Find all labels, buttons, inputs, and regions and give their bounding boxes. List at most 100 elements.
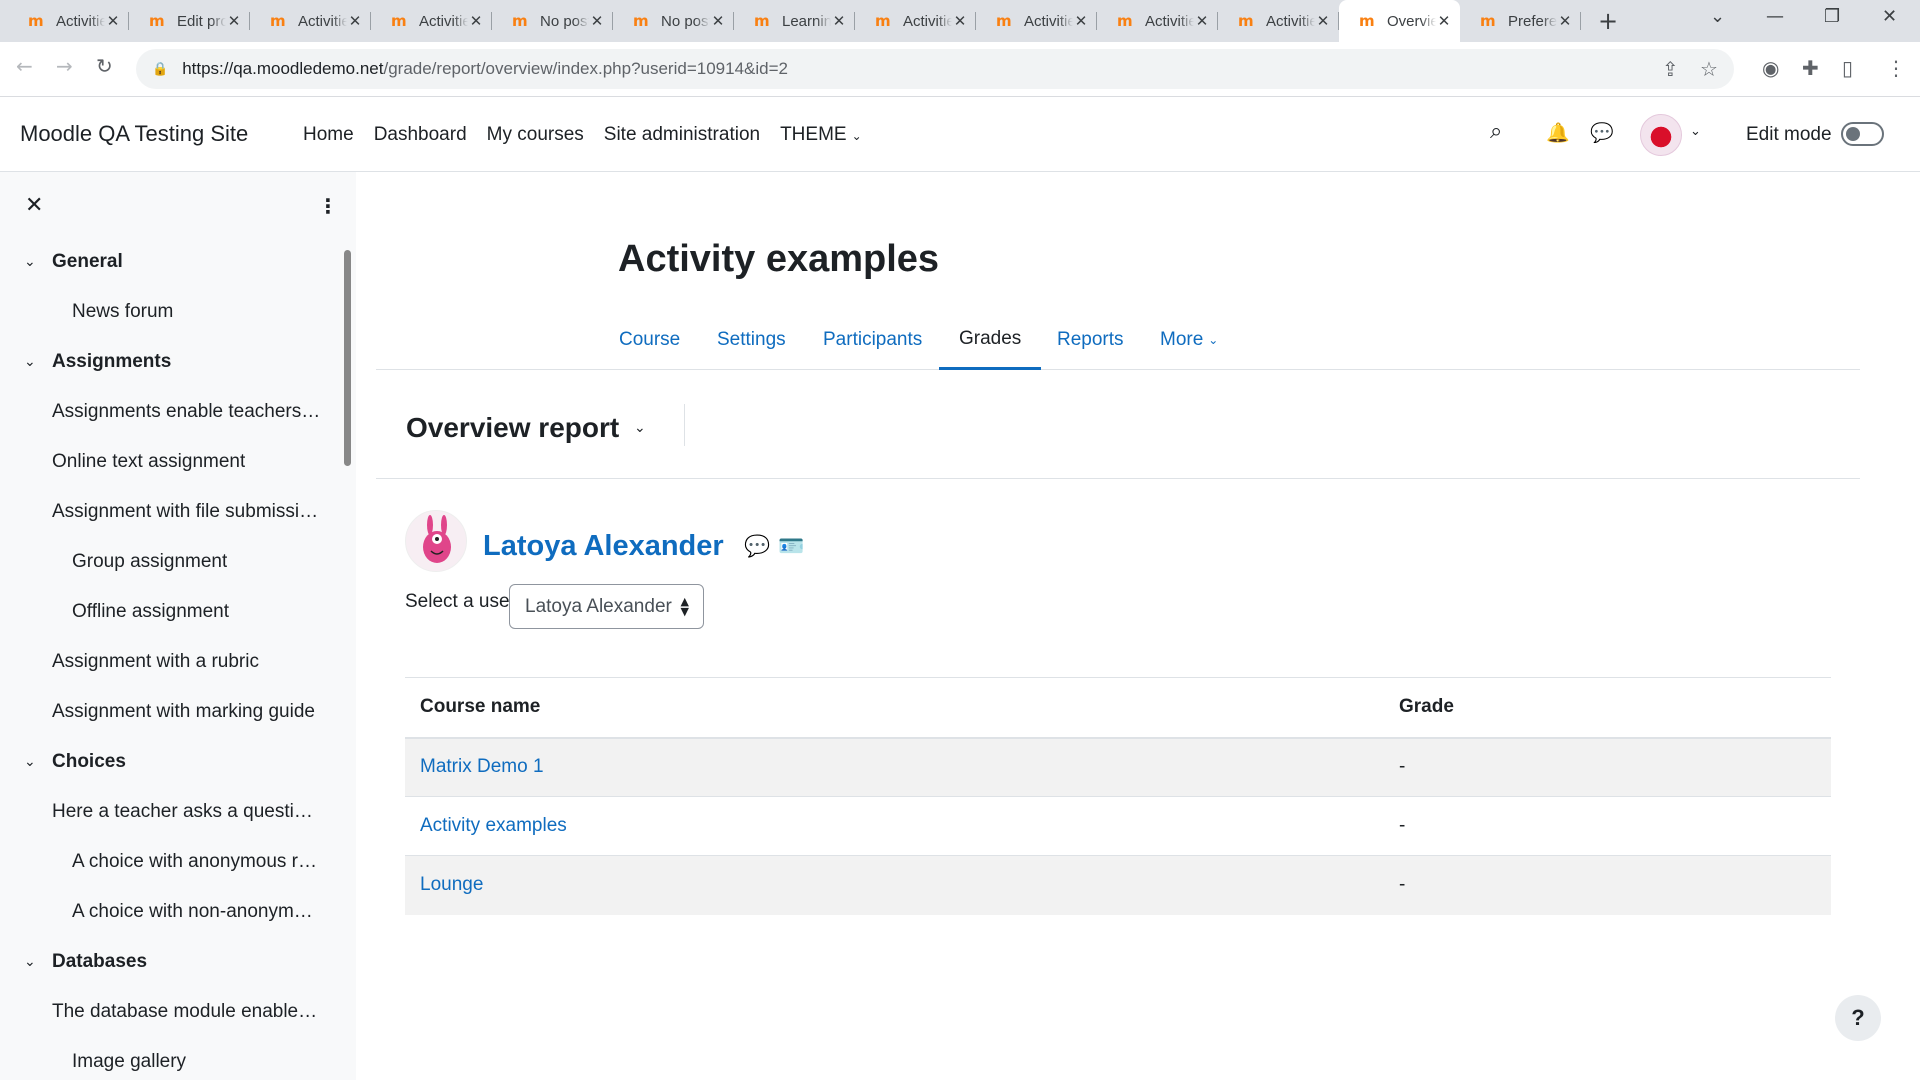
chevron-down-icon[interactable]: ⌄ — [24, 254, 46, 270]
activity-item[interactable]: Image gallery — [0, 1037, 340, 1080]
nav-my-courses[interactable]: My courses — [487, 124, 584, 146]
tab-search-icon[interactable]: ⌄ — [1710, 6, 1725, 27]
address-bar[interactable]: 🔒 https://qa.moodledemo.net/grade/report… — [136, 49, 1734, 89]
nav-theme[interactable]: THEME ⌄ — [780, 124, 862, 146]
message-icon[interactable]: 💬 — [744, 534, 770, 559]
tab-close-icon[interactable]: ✕ — [1315, 12, 1331, 30]
tab-close-icon[interactable]: ✕ — [1436, 12, 1452, 30]
tab-participants[interactable]: Participants — [823, 310, 922, 370]
reload-icon[interactable]: ↻ — [96, 54, 113, 78]
chevron-down-icon[interactable]: ⌄ — [24, 954, 46, 970]
report-selector[interactable]: Overview report — [406, 412, 619, 444]
section-general[interactable]: ⌄ General — [0, 237, 340, 287]
avatar[interactable] — [1640, 114, 1682, 156]
site-brand[interactable]: Moodle QA Testing Site — [20, 121, 248, 147]
user-avatar[interactable] — [405, 510, 467, 572]
browser-tab[interactable]: mActivities✕ — [8, 6, 129, 36]
search-icon[interactable]: ⌕ — [1490, 119, 1502, 144]
browser-menu-icon[interactable]: ⋮ — [1886, 56, 1906, 80]
user-name-link[interactable]: Latoya Alexander — [483, 530, 724, 563]
tab-close-icon[interactable]: ✕ — [589, 12, 605, 30]
nav-home[interactable]: Home — [303, 124, 354, 146]
bell-icon[interactable]: 🔔 — [1546, 121, 1570, 144]
tab-close-icon[interactable]: ✕ — [1194, 12, 1210, 30]
extensions-puzzle-icon[interactable]: ✚ — [1802, 56, 1819, 80]
close-icon[interactable]: ✕ — [25, 193, 43, 218]
tab-reports[interactable]: Reports — [1057, 310, 1124, 370]
activity-item[interactable]: News forum — [0, 287, 340, 337]
bookmark-star-icon[interactable]: ☆ — [1700, 57, 1718, 81]
tab-close-icon[interactable]: ✕ — [831, 12, 847, 30]
chevron-down-icon[interactable]: ⌄ — [24, 354, 46, 370]
page-title: Activity examples — [618, 238, 940, 280]
section-choices[interactable]: ⌄ Choices — [0, 737, 340, 787]
share-icon[interactable]: ⇪ — [1662, 57, 1679, 81]
chevron-down-icon[interactable]: ⌄ — [634, 420, 646, 436]
lock-icon[interactable]: 🔒 — [152, 62, 168, 77]
nav-site-administration[interactable]: Site administration — [604, 124, 760, 146]
id-card-icon[interactable]: 🪪 — [778, 534, 804, 559]
minimize-icon[interactable]: — — [1766, 6, 1784, 27]
browser-tab[interactable]: mActivities✕ — [855, 6, 976, 36]
activity-item[interactable]: Assignment with file submissions — [0, 487, 340, 537]
activity-item[interactable]: The database module enables participants… — [0, 987, 340, 1037]
activity-item[interactable]: Assignments enable teachers to grade and… — [0, 387, 340, 437]
activity-item[interactable]: Offline assignment — [0, 587, 340, 637]
tab-close-icon[interactable]: ✕ — [1073, 12, 1089, 30]
chevron-down-icon[interactable]: ⌄ — [24, 754, 46, 770]
tab-course[interactable]: Course — [619, 310, 680, 370]
grade-cell: - — [1384, 737, 1831, 797]
tab-more[interactable]: More ⌄ — [1160, 310, 1218, 370]
extension-badge-icon[interactable]: ◉ — [1762, 56, 1779, 80]
browser-tab[interactable]: mActivities✕ — [1097, 6, 1218, 36]
new-tab-icon[interactable]: + — [1598, 8, 1618, 34]
help-button[interactable]: ? — [1835, 995, 1881, 1041]
activity-item[interactable]: Group assignment — [0, 537, 340, 587]
tab-close-icon[interactable]: ✕ — [105, 12, 121, 30]
column-header-course: Course name — [405, 677, 1384, 739]
browser-tab[interactable]: mActivities✕ — [976, 6, 1097, 36]
activity-item[interactable]: Here a teacher asks a question and speci… — [0, 787, 340, 837]
edit-mode-toggle[interactable] — [1841, 122, 1884, 146]
forward-icon[interactable]: → — [56, 54, 73, 78]
tab-close-icon[interactable]: ✕ — [952, 12, 968, 30]
course-link[interactable]: Matrix Demo 1 — [420, 756, 544, 777]
tab-close-icon[interactable]: ✕ — [347, 12, 363, 30]
moodle-favicon-icon: m — [28, 12, 44, 30]
activity-item[interactable]: Assignment with marking guide — [0, 687, 340, 737]
tab-settings[interactable]: Settings — [717, 310, 786, 370]
tab-close-icon[interactable]: ✕ — [226, 12, 242, 30]
tab-grades[interactable]: Grades — [939, 310, 1042, 370]
nav-dashboard[interactable]: Dashboard — [374, 124, 467, 146]
tab-close-icon[interactable]: ✕ — [468, 12, 484, 30]
window-close-icon[interactable]: ✕ — [1882, 6, 1897, 27]
activity-item[interactable]: A choice with non-anonymous results — [0, 887, 340, 937]
browser-tab[interactable]: mPreferences✕ — [1460, 6, 1581, 36]
activity-item[interactable]: A choice with anonymous results — [0, 837, 340, 887]
course-link[interactable]: Lounge — [420, 874, 483, 895]
activity-item[interactable]: Online text assignment — [0, 437, 340, 487]
browser-tab[interactable]: mActivities✕ — [1218, 6, 1339, 36]
activity-item[interactable]: Assignment with a rubric — [0, 637, 340, 687]
user-select[interactable]: Latoya Alexander ▲ ▼ — [509, 584, 704, 629]
drawer-scrollbar[interactable] — [344, 250, 351, 466]
chat-icon[interactable]: 💬 — [1590, 121, 1614, 144]
browser-tab[interactable]: mEdit profile✕ — [129, 6, 250, 36]
browser-tab[interactable]: mLearning✕ — [734, 6, 855, 36]
browser-tab[interactable]: mActivities✕ — [250, 6, 371, 36]
section-assignments[interactable]: ⌄ Assignments — [0, 337, 340, 387]
browser-tab[interactable]: mNo posts✕ — [492, 6, 613, 36]
course-secondary-navigation: Course Settings Participants Grades Repo… — [376, 310, 1860, 370]
tab-close-icon[interactable]: ✕ — [1557, 12, 1573, 30]
back-icon[interactable]: ← — [16, 54, 33, 78]
browser-tab[interactable]: mNo posts✕ — [613, 6, 734, 36]
restore-icon[interactable]: ❐ — [1824, 6, 1840, 27]
course-link[interactable]: Activity examples — [420, 815, 567, 836]
tab-close-icon[interactable]: ✕ — [710, 12, 726, 30]
section-databases[interactable]: ⌄ Databases — [0, 937, 340, 987]
browser-tab[interactable]: mActivities✕ — [371, 6, 492, 36]
browser-tab-active[interactable]: mOverview✕ — [1339, 0, 1460, 42]
chevron-down-icon[interactable]: ⌄ — [1690, 124, 1701, 139]
side-panel-icon[interactable]: ▯ — [1842, 56, 1853, 80]
kebab-menu-icon[interactable]: ⋮ — [318, 194, 338, 218]
